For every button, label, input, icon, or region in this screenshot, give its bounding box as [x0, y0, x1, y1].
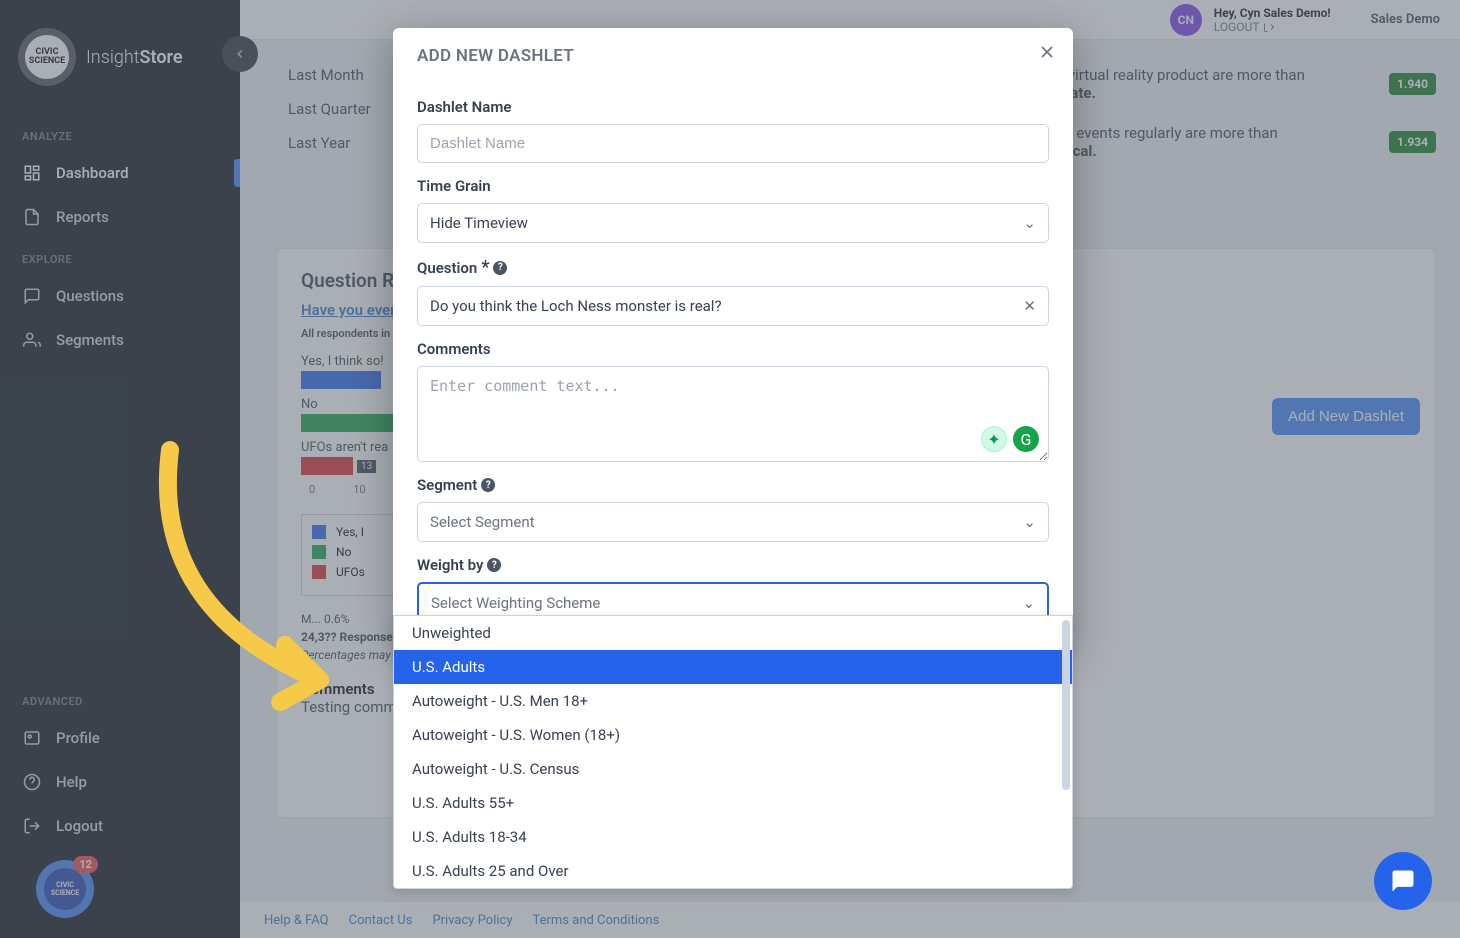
question-value: Do you think the Loch Ness monster is re… — [430, 297, 722, 315]
question-select[interactable]: Do you think the Loch Ness monster is re… — [417, 286, 1049, 326]
weight-option[interactable]: U.S. Adults 25 and Over — [394, 854, 1072, 888]
weight-help-icon[interactable]: ? — [487, 558, 501, 572]
label-question: Question* ? — [417, 257, 1049, 278]
weight-option[interactable]: Autoweight - U.S. Women (18+) — [394, 718, 1072, 752]
dashlet-name-input[interactable] — [417, 124, 1049, 163]
grammar-check-icon[interactable]: ✦ — [981, 426, 1007, 452]
close-icon — [1037, 42, 1057, 62]
modal-body: Dashlet Name Time Grain Hide Timeview ⌄ … — [393, 74, 1073, 648]
comments-textarea[interactable] — [417, 366, 1049, 462]
label-weight-by: Weight by ? — [417, 556, 1049, 574]
clear-icon[interactable]: ✕ — [1023, 297, 1036, 315]
weight-option[interactable]: Autoweight - U.S. Men 18+ — [394, 684, 1072, 718]
weight-by-dropdown: UnweightedU.S. AdultsAutoweight - U.S. M… — [393, 615, 1073, 889]
weight-option[interactable]: U.S. Adults 18-34 — [394, 820, 1072, 854]
label-dashlet-name: Dashlet Name — [417, 98, 1049, 116]
segment-select[interactable]: Select Segment ⌄ — [417, 502, 1049, 542]
grammarly-icon[interactable]: G — [1013, 426, 1039, 452]
chevron-down-icon: ⌄ — [1022, 594, 1035, 612]
time-grain-value: Hide Timeview — [430, 214, 528, 232]
question-help-icon[interactable]: ? — [493, 261, 507, 275]
label-comments: Comments — [417, 340, 1049, 358]
chevron-down-icon: ⌄ — [1023, 513, 1036, 531]
modal-close-button[interactable] — [1037, 42, 1057, 68]
weight-option[interactable]: U.S. Adults — [394, 650, 1072, 684]
segment-placeholder: Select Segment — [430, 513, 535, 531]
weight-by-placeholder: Select Weighting Scheme — [431, 594, 600, 612]
time-grain-select[interactable]: Hide Timeview ⌄ — [417, 203, 1049, 243]
grammar-badges: ✦ G — [981, 426, 1039, 452]
weight-option[interactable]: Unweighted — [394, 616, 1072, 650]
chevron-down-icon: ⌄ — [1023, 214, 1036, 232]
chat-icon — [1389, 867, 1417, 895]
modal-title: ADD NEW DASHLET — [393, 28, 1073, 74]
dropdown-scrollbar[interactable] — [1062, 620, 1070, 790]
label-segment: Segment ? — [417, 476, 1049, 494]
label-time-grain: Time Grain — [417, 177, 1049, 195]
segment-help-icon[interactable]: ? — [481, 478, 495, 492]
chat-button[interactable] — [1374, 852, 1432, 910]
add-dashlet-modal: ADD NEW DASHLET Dashlet Name Time Grain … — [393, 28, 1073, 648]
weight-option[interactable]: U.S. Adults 55+ — [394, 786, 1072, 820]
weight-option[interactable]: Autoweight - U.S. Census — [394, 752, 1072, 786]
